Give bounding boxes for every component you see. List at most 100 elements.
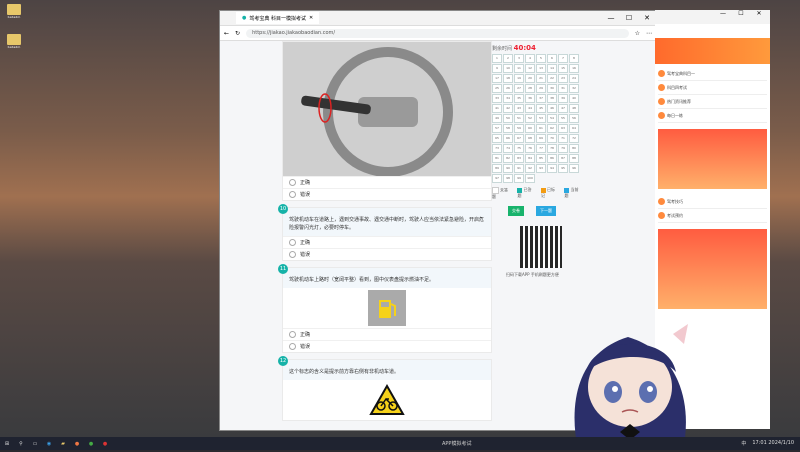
answer-grid-cell[interactable]: 13 [536,64,546,73]
answer-grid-cell[interactable]: 80 [569,144,579,153]
option-wrong[interactable]: 错误 [283,248,491,260]
answer-grid-cell[interactable]: 43 [514,104,524,113]
option-wrong[interactable]: 错误 [283,340,491,352]
back-icon[interactable]: ← [224,30,229,37]
search-icon[interactable]: ⚲ [14,441,28,447]
answer-grid-cell[interactable]: 57 [492,124,502,133]
answer-grid-cell[interactable]: 95 [558,164,568,173]
answer-grid-cell[interactable]: 59 [514,124,524,133]
answer-grid-cell[interactable]: 10 [503,64,513,73]
answer-grid-cell[interactable]: 2 [503,54,513,63]
answer-grid-cell[interactable]: 55 [558,114,568,123]
answer-grid-cell[interactable]: 18 [503,74,513,83]
answer-grid-cell[interactable]: 77 [536,144,546,153]
answer-grid-cell[interactable]: 94 [547,164,557,173]
answer-grid-cell[interactable]: 7 [558,54,568,63]
answer-grid-cell[interactable]: 52 [525,114,535,123]
answer-grid-cell[interactable]: 82 [503,154,513,163]
taskview-icon[interactable]: ▭ [28,441,42,447]
answer-grid-cell[interactable]: 38 [547,94,557,103]
option-wrong[interactable]: 错误 [283,188,491,200]
answer-grid-cell[interactable]: 39 [558,94,568,103]
desktop-icon[interactable]: ᵇᵃᵗᵃᵈᵐ [3,34,25,52]
sidebar-item[interactable]: 每日一练 [658,109,767,123]
answer-grid-cell[interactable]: 79 [558,144,568,153]
close-tab-icon[interactable]: ✕ [309,15,313,21]
answer-grid-cell[interactable]: 86 [547,154,557,163]
answer-grid-cell[interactable]: 97 [492,174,502,183]
answer-grid-cell[interactable]: 44 [525,104,535,113]
answer-grid-cell[interactable]: 93 [536,164,546,173]
answer-grid-cell[interactable]: 11 [514,64,524,73]
sidebar-item[interactable]: 科目四考试 [658,81,767,95]
answer-grid-cell[interactable]: 98 [503,174,513,183]
answer-grid-cell[interactable]: 28 [525,84,535,93]
answer-grid-cell[interactable]: 23 [558,74,568,83]
answer-grid-cell[interactable]: 90 [503,164,513,173]
answer-grid-cell[interactable]: 48 [569,104,579,113]
answer-grid-cell[interactable]: 32 [569,84,579,93]
star-icon[interactable]: ☆ [635,30,640,37]
submit-button[interactable]: 交卷 [508,206,524,216]
sidebar-item[interactable]: 驾考宝典科目一 [658,67,767,81]
maximize-button[interactable]: ☐ [620,14,638,22]
answer-grid-cell[interactable]: 64 [569,124,579,133]
answer-grid-cell[interactable]: 88 [569,154,579,163]
answer-grid-cell[interactable]: 1 [492,54,502,63]
answer-grid-cell[interactable]: 66 [503,134,513,143]
answer-grid-cell[interactable]: 72 [569,134,579,143]
answer-grid-cell[interactable]: 4 [525,54,535,63]
answer-grid-cell[interactable]: 37 [536,94,546,103]
answer-grid-cell[interactable]: 25 [492,84,502,93]
answer-grid-cell[interactable]: 31 [558,84,568,93]
promo-panel[interactable] [658,129,767,189]
answer-grid-cell[interactable]: 46 [547,104,557,113]
answer-grid-cell[interactable]: 41 [492,104,502,113]
answer-grid-cell[interactable]: 56 [569,114,579,123]
url-input[interactable]: https://jiakao.jiakaobaodian.com/ [246,28,629,38]
answer-grid-cell[interactable]: 58 [503,124,513,133]
app-icon[interactable]: ● [84,441,98,447]
answer-grid-cell[interactable]: 35 [514,94,524,103]
answer-grid-cell[interactable]: 17 [492,74,502,83]
answer-grid-cell[interactable]: 69 [536,134,546,143]
answer-grid-cell[interactable]: 6 [547,54,557,63]
answer-grid-cell[interactable]: 73 [492,144,502,153]
answer-grid-cell[interactable]: 53 [536,114,546,123]
close-window-button[interactable]: ✕ [638,14,656,22]
answer-grid-cell[interactable]: 40 [569,94,579,103]
menu-icon[interactable]: ⋯ [646,30,652,37]
minimize-button[interactable]: — [602,14,620,22]
answer-grid-cell[interactable]: 63 [558,124,568,133]
answer-grid-cell[interactable]: 89 [492,164,502,173]
browser-tab[interactable]: ● 驾考宝典 科目一模拟考试 ✕ [236,12,320,24]
answer-grid-cell[interactable]: 15 [558,64,568,73]
answer-grid-cell[interactable]: 61 [536,124,546,133]
next-question-button[interactable]: 下一题 [536,206,556,216]
folder-icon[interactable]: ▰ [56,441,70,447]
answer-grid-cell[interactable]: 60 [525,124,535,133]
option-correct[interactable]: 正确 [283,176,491,188]
answer-grid-cell[interactable]: 29 [536,84,546,93]
answer-grid-cell[interactable]: 54 [547,114,557,123]
answer-grid-cell[interactable]: 34 [503,94,513,103]
answer-grid-cell[interactable]: 47 [558,104,568,113]
answer-grid-cell[interactable]: 9 [492,64,502,73]
answer-grid-cell[interactable]: 67 [514,134,524,143]
answer-grid-cell[interactable]: 92 [525,164,535,173]
answer-grid-cell[interactable]: 50 [503,114,513,123]
answer-grid-cell[interactable]: 26 [503,84,513,93]
answer-grid-cell[interactable]: 21 [536,74,546,83]
answer-grid-cell[interactable]: 14 [547,64,557,73]
close-window-button[interactable]: ✕ [751,10,767,24]
option-correct[interactable]: 正确 [283,328,491,340]
answer-grid-cell[interactable]: 91 [514,164,524,173]
sidebar-item[interactable]: 驾考技巧 [658,195,767,209]
answer-grid-cell[interactable]: 83 [514,154,524,163]
answer-grid-cell[interactable]: 100 [525,174,535,183]
language-indicator[interactable]: 中 [741,440,746,447]
refresh-icon[interactable]: ↻ [235,30,240,37]
maximize-button[interactable]: ☐ [733,10,749,24]
sidebar-banner[interactable] [655,38,770,64]
answer-grid-cell[interactable]: 75 [514,144,524,153]
